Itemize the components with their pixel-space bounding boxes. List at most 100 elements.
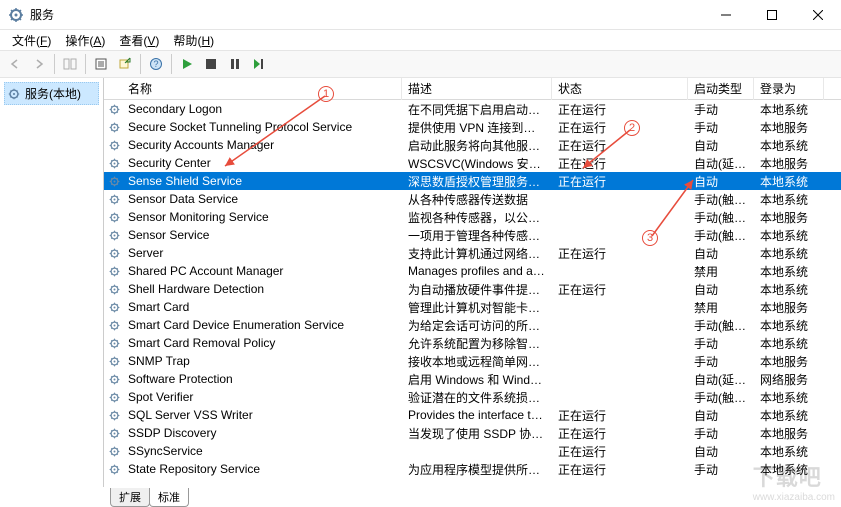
service-row[interactable]: Security CenterWSCSVC(Windows 安全中...正在运行…: [104, 154, 841, 172]
start-service-button[interactable]: [176, 53, 198, 75]
service-logon: 本地服务: [754, 208, 824, 227]
show-hide-tree-button[interactable]: [59, 53, 81, 75]
service-startup: 禁用: [688, 298, 754, 317]
service-row[interactable]: Shell Hardware Detection为自动播放硬件事件提供通...正…: [104, 280, 841, 298]
service-status: 正在运行: [552, 424, 688, 443]
restart-service-button[interactable]: [248, 53, 270, 75]
column-desc[interactable]: 描述: [402, 78, 552, 100]
service-row[interactable]: Sensor Data Service从各种传感器传送数据手动(触发...本地系…: [104, 190, 841, 208]
list-header: 名称 描述 状态 启动类型 登录为: [104, 78, 841, 100]
menu-action[interactable]: 操作(A): [59, 30, 111, 51]
menu-view[interactable]: 查看(V): [113, 30, 165, 51]
service-status: [552, 198, 688, 200]
menu-file[interactable]: 文件(F): [6, 30, 57, 51]
properties-button[interactable]: [90, 53, 112, 75]
service-logon: 本地系统: [754, 100, 824, 119]
service-startup: 禁用: [688, 262, 754, 281]
close-button[interactable]: [795, 0, 841, 30]
column-name[interactable]: 名称: [122, 78, 402, 100]
column-startup[interactable]: 启动类型: [688, 78, 754, 100]
service-icon: [106, 229, 122, 242]
service-row[interactable]: SQL Server VSS WriterProvides the interf…: [104, 406, 841, 424]
service-startup: 手动: [688, 424, 754, 443]
service-desc: 为自动播放硬件事件提供通...: [402, 280, 552, 299]
service-row[interactable]: Spot Verifier验证潜在的文件系统损坏。手动(触发...本地系统: [104, 388, 841, 406]
service-startup: 自动: [688, 280, 754, 299]
service-name: Sensor Service: [122, 227, 402, 243]
service-status: [552, 216, 688, 218]
service-name: Smart Card Removal Policy: [122, 335, 402, 351]
service-status: 正在运行: [552, 406, 688, 425]
minimize-button[interactable]: [703, 0, 749, 30]
service-row[interactable]: Secondary Logon在不同凭据下启用启动过程...正在运行手动本地系统: [104, 100, 841, 118]
service-row[interactable]: SNMP Trap接收本地或远程简单网络管...手动本地服务: [104, 352, 841, 370]
annotation-3: 3: [642, 230, 658, 246]
back-button[interactable]: [4, 53, 26, 75]
service-desc: Manages profiles and ac...: [402, 263, 552, 279]
menubar: 文件(F) 操作(A) 查看(V) 帮助(H): [0, 30, 841, 50]
scope-node-services-local[interactable]: 服务(本地): [4, 82, 99, 105]
service-logon: 本地系统: [754, 244, 824, 263]
service-row[interactable]: SSyncService正在运行自动本地系统: [104, 442, 841, 460]
service-logon: 本地系统: [754, 316, 824, 335]
forward-button[interactable]: [28, 53, 50, 75]
services-list: 名称 描述 状态 启动类型 登录为 Secondary Logon在不同凭据下启…: [104, 78, 841, 487]
service-row[interactable]: Shared PC Account ManagerManages profile…: [104, 262, 841, 280]
service-desc: 深思数盾授权管理服务。禁...: [402, 172, 552, 191]
service-name: SSyncService: [122, 443, 402, 459]
service-startup: 手动: [688, 334, 754, 353]
menu-help[interactable]: 帮助(H): [167, 30, 220, 51]
tab-standard[interactable]: 标准: [149, 488, 189, 507]
service-name: Smart Card Device Enumeration Service: [122, 317, 402, 333]
stop-service-button[interactable]: [200, 53, 222, 75]
service-startup: 自动: [688, 406, 754, 425]
service-logon: 本地服务: [754, 424, 824, 443]
service-row[interactable]: Smart Card Device Enumeration Service为给定…: [104, 316, 841, 334]
service-logon: 本地系统: [754, 280, 824, 299]
service-row[interactable]: Smart Card管理此计算机对智能卡的取...禁用本地服务: [104, 298, 841, 316]
pause-service-button[interactable]: [224, 53, 246, 75]
service-icon: [106, 355, 122, 368]
service-icon: [106, 337, 122, 350]
service-row[interactable]: Server支持此计算机通过网络的文...正在运行自动本地系统: [104, 244, 841, 262]
service-name: SSDP Discovery: [122, 425, 402, 441]
service-row[interactable]: Secure Socket Tunneling Protocol Service…: [104, 118, 841, 136]
service-icon: [106, 301, 122, 314]
service-name: SQL Server VSS Writer: [122, 407, 402, 423]
service-logon: 本地系统: [754, 388, 824, 407]
service-startup: 手动(触发...: [688, 226, 754, 245]
service-desc: Provides the interface to ...: [402, 407, 552, 423]
service-row[interactable]: Software Protection启用 Windows 和 Windo...…: [104, 370, 841, 388]
list-body[interactable]: Secondary Logon在不同凭据下启用启动过程...正在运行手动本地系统…: [104, 100, 841, 487]
service-logon: 本地服务: [754, 154, 824, 173]
help-button[interactable]: ?: [145, 53, 167, 75]
service-row[interactable]: SSDP Discovery当发现了使用 SSDP 协议的...正在运行手动本地…: [104, 424, 841, 442]
toolbar-separator: [54, 54, 55, 74]
service-row[interactable]: Sense Shield Service深思数盾授权管理服务。禁...正在运行自…: [104, 172, 841, 190]
service-row[interactable]: State Repository Service为应用程序模型提供所需的...正…: [104, 460, 841, 478]
service-logon: 本地系统: [754, 334, 824, 353]
service-logon: 网络服务: [754, 370, 824, 389]
service-row[interactable]: Sensor Monitoring Service监视各种传感器，以公开数...…: [104, 208, 841, 226]
service-name: Server: [122, 245, 402, 261]
service-name: Security Center: [122, 155, 402, 171]
column-logon[interactable]: 登录为: [754, 78, 824, 100]
titlebar: 服务: [0, 0, 841, 30]
service-desc: 支持此计算机通过网络的文...: [402, 244, 552, 263]
service-icon: [106, 211, 122, 224]
service-icon: [106, 463, 122, 476]
maximize-button[interactable]: [749, 0, 795, 30]
service-logon: 本地服务: [754, 118, 824, 137]
service-startup: 手动(触发...: [688, 190, 754, 209]
service-startup: 自动: [688, 442, 754, 461]
column-status[interactable]: 状态: [552, 78, 688, 100]
service-icon: [106, 445, 122, 458]
service-row[interactable]: Security Accounts Manager启动此服务将向其他服务发...…: [104, 136, 841, 154]
toolbar-separator: [85, 54, 86, 74]
export-button[interactable]: [114, 53, 136, 75]
watermark-url: www.xiazaiba.com: [753, 492, 835, 503]
service-row[interactable]: Smart Card Removal Policy允许系统配置为移除智能卡...…: [104, 334, 841, 352]
tab-extended[interactable]: 扩展: [110, 488, 150, 507]
service-logon: 本地系统: [754, 226, 824, 245]
service-row[interactable]: Sensor Service一项用于管理各种传感器的...手动(触发...本地系…: [104, 226, 841, 244]
